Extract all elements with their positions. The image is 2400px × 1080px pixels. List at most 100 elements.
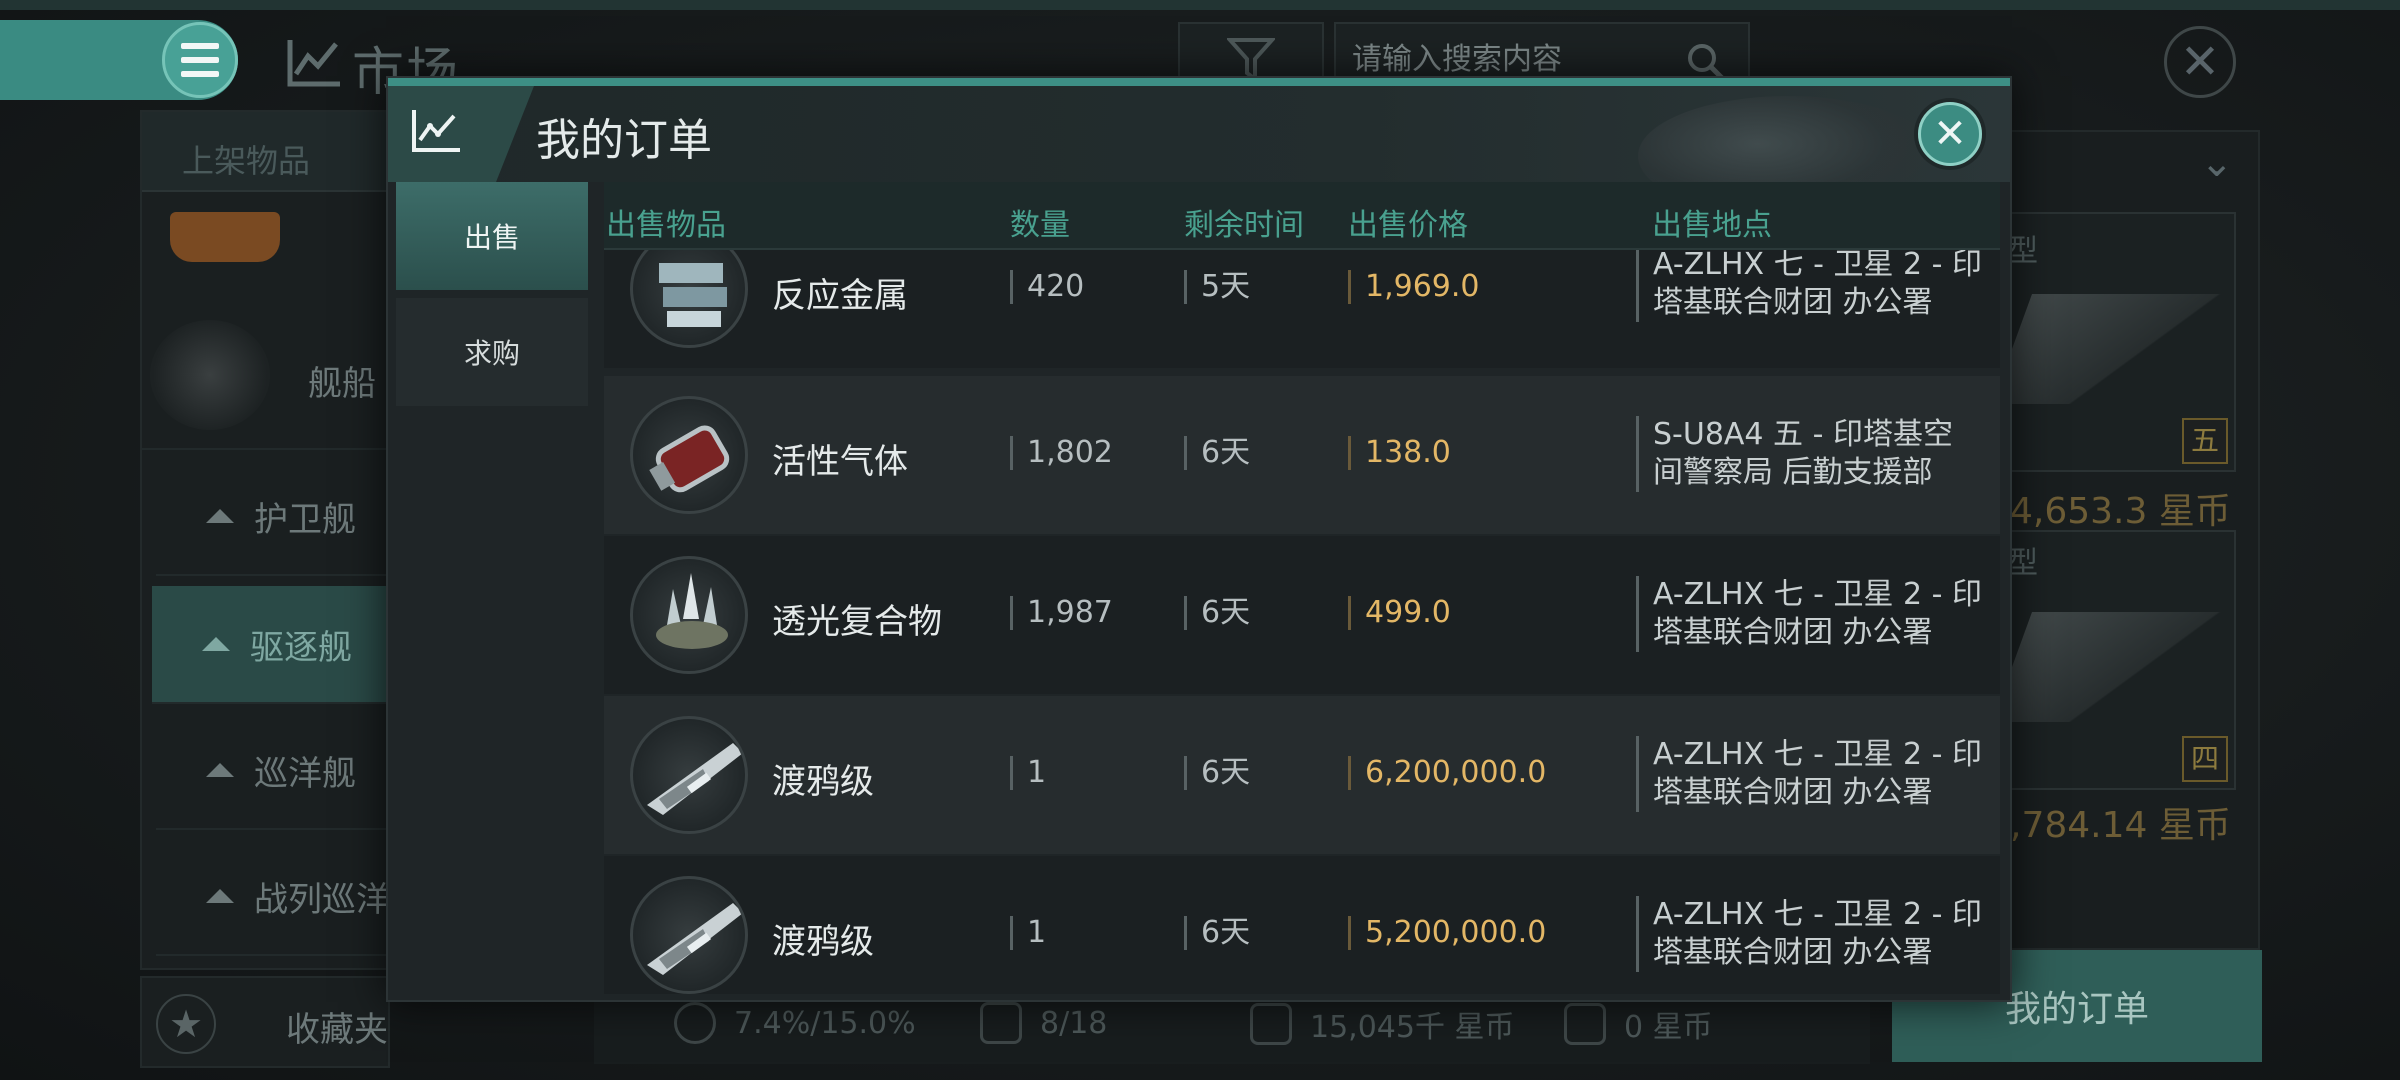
- order-location: A-ZLHX 七 - 卫星 2 - 印 塔基联合财团 办公署: [1636, 896, 2000, 972]
- order-item-name: 渡鸦级: [772, 922, 874, 962]
- favorites-label: 收藏夹: [286, 1010, 388, 1050]
- favorites-button[interactable]: ★ 收藏夹: [140, 976, 390, 1068]
- order-row[interactable]: 反应金属 420 5天 1,969.0 A-ZLHX 七 - 卫星 2 - 印 …: [604, 250, 2000, 368]
- category-cruiser[interactable]: 巡洋舰: [156, 712, 392, 830]
- orders-list: 反应金属 420 5天 1,969.0 A-ZLHX 七 - 卫星 2 - 印 …: [604, 250, 2000, 994]
- order-row[interactable]: 渡鸦级 1 6天 5,200,000.0 A-ZLHX 七 - 卫星 2 - 印…: [604, 856, 2000, 994]
- ship-type-label: 型: [2008, 546, 2038, 581]
- dialog-accent-bar: [388, 78, 2010, 86]
- order-time-left: 6天: [1184, 756, 1250, 790]
- location-line: 塔基联合财团 办公署: [1653, 775, 1933, 810]
- listed-items-label: 上架物品: [182, 142, 311, 180]
- category-destroyer[interactable]: 驱逐舰: [152, 586, 388, 704]
- order-price: 6,200,000.0: [1348, 756, 1546, 790]
- order-price: 5,200,000.0: [1348, 916, 1546, 950]
- item-thumbnail: [170, 212, 280, 262]
- column-item: 出售物品: [606, 208, 726, 243]
- location-line: A-ZLHX 七 - 卫星 2 - 印: [1653, 897, 1983, 932]
- dialog-title: 我的订单: [536, 115, 712, 166]
- dialog-close-button[interactable]: ✕: [1918, 102, 1982, 166]
- order-location: A-ZLHX 七 - 卫星 2 - 印 塔基联合财团 办公署: [1636, 576, 2000, 652]
- escrow-value: 0 星币: [1624, 1010, 1713, 1045]
- collapse-arrow-icon: [206, 509, 234, 523]
- order-row[interactable]: 渡鸦级 1 6天 6,200,000.0 A-ZLHX 七 - 卫星 2 - 印…: [604, 696, 2000, 854]
- category-label: 驱逐舰: [250, 627, 352, 668]
- ship-icon: [630, 876, 748, 994]
- orders-value: 8/18: [1040, 1005, 1108, 1041]
- location-line: 塔基联合财团 办公署: [1653, 285, 1933, 320]
- location-line: 塔基联合财团 办公署: [1653, 615, 1933, 650]
- location-line: A-ZLHX 七 - 卫星 2 - 印: [1653, 577, 1983, 612]
- location-line: 塔基联合财团 办公署: [1653, 935, 1933, 970]
- search-input[interactable]: [1352, 42, 1672, 77]
- location-line: A-ZLHX 七 - 卫星 2 - 印: [1653, 250, 1983, 282]
- order-quantity: 420: [1010, 270, 1084, 304]
- tax-stat: 7.4%/15.0%: [674, 1002, 916, 1044]
- ship-image: [1991, 612, 2233, 722]
- ship-card[interactable]: 型 四: [1991, 530, 2236, 790]
- order-row[interactable]: 活性气体 1,802 6天 138.0 S-U8A4 五 - 印塔基空 间警察局…: [604, 376, 2000, 534]
- category-battlecruiser[interactable]: 战列巡洋: [156, 838, 392, 956]
- chart-icon: [412, 110, 460, 152]
- category-label: 护卫舰: [254, 499, 356, 540]
- tab-sell[interactable]: 出售: [396, 182, 588, 290]
- document-icon: [980, 1002, 1022, 1044]
- tax-value: 7.4%/15.0%: [734, 1005, 916, 1041]
- column-price: 出售价格: [1348, 208, 1468, 243]
- order-quantity: 1: [1010, 756, 1046, 790]
- chevron-down-icon[interactable]: ⌄: [2200, 140, 2234, 186]
- market-left-panel: 上架物品 舰船 护卫舰 驱逐舰 巡洋舰 战列巡洋: [140, 110, 392, 970]
- tier-badge: 五: [2182, 418, 2228, 464]
- ship-icon: [630, 716, 748, 834]
- collapse-arrow-icon: [202, 637, 230, 651]
- metal-ingots-icon: [630, 250, 748, 348]
- tax-icon: [674, 1002, 716, 1044]
- order-time-left: 5天: [1184, 270, 1250, 304]
- order-location: A-ZLHX 七 - 卫星 2 - 印 塔基联合财团 办公署: [1636, 736, 2000, 812]
- close-icon: ✕: [2179, 34, 2221, 90]
- balance-value: 15,045千 星币: [1310, 1010, 1515, 1045]
- order-item-name: 透光复合物: [772, 602, 942, 642]
- market-close-button[interactable]: ✕: [2164, 26, 2236, 98]
- balance-stat: 15,045千 星币: [1250, 1002, 1515, 1046]
- escrow-stat: 0 星币: [1564, 1002, 1713, 1046]
- ship-type-label: 型: [2008, 234, 2038, 269]
- orders-stat: 8/18: [980, 1002, 1107, 1044]
- tier-badge: 四: [2182, 736, 2228, 782]
- collapse-arrow-icon: [206, 889, 234, 903]
- my-orders-dialog: 我的订单 ✕ 出售 求购 出售物品 数量 剩余时间 出售价格 出售地点 反应金属…: [386, 76, 2012, 1002]
- ship-price: 4,653.3 星币: [2010, 491, 2231, 532]
- order-location: A-ZLHX 七 - 卫星 2 - 印 塔基联合财团 办公署: [1636, 250, 2000, 322]
- star-icon: ★: [156, 994, 216, 1054]
- order-row[interactable]: 透光复合物 1,987 6天 499.0 A-ZLHX 七 - 卫星 2 - 印…: [604, 536, 2000, 694]
- cart-icon: [1250, 1003, 1292, 1045]
- order-item-name: 反应金属: [772, 276, 908, 316]
- order-item-name: 渡鸦级: [772, 762, 874, 802]
- gas-canister-icon: [630, 396, 748, 514]
- category-frigate[interactable]: 护卫舰: [156, 458, 392, 576]
- order-quantity: 1,802: [1010, 436, 1113, 470]
- order-time-left: 6天: [1184, 436, 1250, 470]
- category-label: 战列巡洋: [254, 879, 390, 920]
- location-line: 间警察局 后勤支援部: [1653, 455, 1933, 490]
- order-price: 499.0: [1348, 596, 1451, 630]
- location-line: S-U8A4 五 - 印塔基空: [1653, 417, 1953, 452]
- column-time-left: 剩余时间: [1184, 208, 1304, 243]
- ship-price: ,784.14 星币: [2010, 805, 2231, 846]
- column-quantity: 数量: [1010, 208, 1070, 243]
- order-quantity: 1,987: [1010, 596, 1113, 630]
- tab-buy[interactable]: 求购: [396, 298, 588, 406]
- category-ships[interactable]: 舰船: [142, 300, 392, 450]
- category-label: 巡洋舰: [254, 753, 356, 794]
- order-item-name: 活性气体: [772, 442, 908, 482]
- listed-items-header[interactable]: 上架物品: [142, 112, 388, 192]
- orders-table-header: 出售物品 数量 剩余时间 出售价格 出售地点: [604, 182, 2000, 250]
- order-quantity: 1: [1010, 916, 1046, 950]
- ship-card[interactable]: 型 五: [1991, 212, 2236, 472]
- column-location: 出售地点: [1652, 208, 1772, 243]
- market-chart-icon: [287, 40, 340, 87]
- location-line: A-ZLHX 七 - 卫星 2 - 印: [1653, 737, 1983, 772]
- category-ships-label: 舰船: [308, 364, 376, 404]
- order-time-left: 6天: [1184, 596, 1250, 630]
- menu-button[interactable]: [162, 22, 238, 98]
